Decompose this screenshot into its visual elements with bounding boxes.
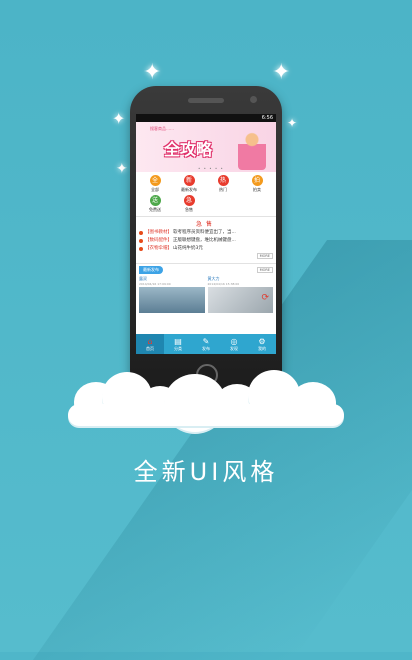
promo-banner[interactable]: 搜客商品…… 全攻略 • • • • • [136, 122, 276, 172]
urgent-title: 急售 [195, 221, 216, 228]
category-auction[interactable]: 拍 拍卖 [240, 175, 274, 193]
tab-mine[interactable]: ⚙ 我的 [248, 334, 276, 354]
discover-icon: ◎ [230, 336, 238, 346]
category-icon: ▤ [174, 336, 182, 346]
hot-icon: 热 [217, 175, 229, 186]
sparkle-icon: ✦ [272, 60, 291, 85]
item-category: 【图书教材】 [145, 230, 172, 235]
list-item[interactable]: 【衣物伞帽】 山花纯牛奶3元 [139, 245, 273, 253]
latest-section: 最新发布 MORE 露双 2014/04/16 17:09:00 黄大力 201… [136, 263, 276, 315]
banner-title: 全攻略 [164, 140, 213, 159]
slogan-caption: 全新UI风格 [133, 458, 279, 486]
bottom-tab-bar: ⌂ 首页 ▤ 分类 ✎ 发布 ◎ 发现 ⚙ 我的 [136, 334, 276, 354]
phone-screen: 6:56 搜客商品…… 全攻略 • • • • • 全 全部 新 最新发布 热 … [136, 114, 276, 354]
bullet-icon [139, 239, 143, 243]
latest-more-button[interactable]: MORE [256, 267, 273, 273]
post-time: 2014/04/16 15:38:00 [207, 282, 240, 286]
category-label: 全部 [151, 187, 159, 192]
publish-icon: ✎ [202, 336, 210, 346]
tab-category[interactable]: ▤ 分类 [164, 334, 192, 354]
category-grid: 全 全部 新 最新发布 热 热门 拍 拍卖 送 免费送 急 急售 [136, 172, 276, 216]
category-label: 最新发布 [181, 187, 197, 192]
item-text: 山花纯牛奶3元 [173, 246, 203, 251]
sparkle-icon: ✦ [116, 161, 128, 177]
list-item[interactable]: 【数码配件】 正版联想键盘，堆比机械键盘... [139, 237, 273, 245]
item-category: 【衣物伞帽】 [145, 246, 172, 251]
item-text: 软考程序员资料便宜出了，当... [173, 230, 236, 235]
hammer-icon: 拍 [251, 175, 263, 186]
item-category: 【数码配件】 [145, 238, 172, 243]
phone-speaker [188, 98, 224, 103]
tab-label: 发现 [230, 345, 238, 351]
new-icon: 新 [183, 175, 195, 186]
gear-icon: ⚙ [258, 336, 266, 346]
status-time: 6:56 [261, 115, 273, 121]
phone-frame: 6:56 搜客商品…… 全攻略 • • • • • 全 全部 新 最新发布 热 … [130, 86, 282, 396]
urgent-icon: 急 [183, 195, 195, 206]
phone-camera [250, 96, 257, 103]
all-icon: 全 [149, 175, 161, 186]
category-free[interactable]: 送 免费送 [138, 195, 172, 213]
post-card[interactable]: 黄大力 2014/04/16 15:38:00 ⟳ [207, 276, 273, 313]
sparkle-icon: ✦ [287, 116, 298, 130]
tab-discover[interactable]: ◎ 发现 [220, 334, 248, 354]
item-text: 正版联想键盘，堆比机械键盘... [173, 238, 236, 243]
post-card[interactable]: 露双 2014/04/16 17:09:00 [139, 276, 205, 313]
urgent-more-button[interactable]: MORE [256, 253, 273, 259]
bullet-icon [139, 247, 143, 251]
latest-title: 最新发布 [139, 266, 163, 274]
banner-tag: 搜客商品…… [150, 126, 174, 131]
urgent-section: 急售 【图书教材】 软考程序员资料便宜出了，当... 【数码配件】 正版联想键盘… [136, 216, 276, 261]
gift-icon: 送 [149, 195, 161, 206]
bullet-icon [139, 231, 143, 235]
category-urgent[interactable]: 急 急售 [172, 195, 206, 213]
banner-pager-dots[interactable]: • • • • • [198, 166, 224, 171]
category-label: 急售 [185, 207, 193, 212]
tab-home[interactable]: ⌂ 首页 [136, 334, 164, 354]
cloud-base [68, 404, 344, 426]
list-item[interactable]: 【图书教材】 软考程序员资料便宜出了，当... [139, 229, 273, 237]
category-all[interactable]: 全 全部 [138, 175, 172, 193]
refresh-icon[interactable]: ⟳ [261, 293, 269, 303]
tab-label: 分类 [174, 345, 182, 351]
sparkle-icon: ✦ [143, 60, 162, 85]
category-label: 热门 [219, 187, 227, 192]
category-label: 免费送 [149, 207, 161, 212]
banner-figure-image [238, 132, 266, 170]
tab-publish[interactable]: ✎ 发布 [192, 334, 220, 354]
post-image [139, 287, 205, 313]
cloud-decoration [68, 360, 344, 440]
status-bar: 6:56 [136, 114, 276, 122]
category-label: 拍卖 [253, 187, 261, 192]
tab-label: 首页 [146, 345, 154, 351]
tab-label: 我的 [258, 345, 266, 351]
category-hot[interactable]: 热 热门 [206, 175, 240, 193]
post-image: ⟳ [207, 287, 273, 313]
tab-label: 发布 [202, 345, 210, 351]
home-icon: ⌂ [147, 336, 153, 346]
category-latest[interactable]: 新 最新发布 [172, 175, 206, 193]
post-time: 2014/04/16 17:09:00 [139, 282, 171, 286]
sparkle-icon: ✦ [112, 109, 126, 128]
